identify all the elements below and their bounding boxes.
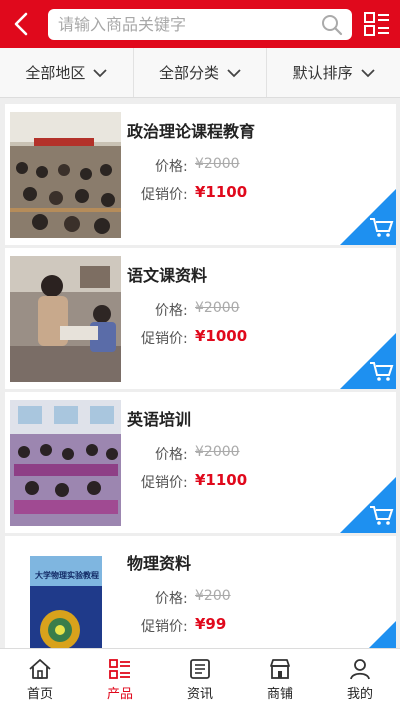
product-title[interactable]: 语文课资料 (127, 262, 207, 286)
price-label: 价格: (155, 591, 188, 607)
promo-price: ¥1100 (195, 471, 248, 489)
home-icon (29, 658, 51, 679)
nav-news[interactable]: 资讯 (160, 649, 240, 710)
chevron-down-icon (227, 68, 241, 77)
store-icon (270, 658, 290, 679)
book-cover-photo (10, 544, 121, 648)
search-box[interactable] (48, 9, 352, 40)
teacher-photo (10, 256, 121, 382)
product-card[interactable]: 语文课资料 价格: ¥2000 促销价: ¥1000 (5, 248, 396, 389)
add-to-cart-button[interactable] (340, 189, 396, 245)
product-list-icon (109, 658, 130, 679)
nav-home-label: 首页 (26, 686, 53, 702)
original-price: ¥200 (195, 588, 231, 604)
search-input[interactable] (58, 9, 308, 40)
filter-category[interactable]: 全部分类 (134, 48, 268, 97)
nav-products-label: 产品 (106, 686, 133, 702)
promo-label: 促销价: (141, 187, 188, 203)
add-to-cart-button[interactable] (340, 333, 396, 389)
add-to-cart-button[interactable] (340, 621, 396, 648)
nav-mine-label: 我的 (346, 686, 373, 702)
filter-bar: 全部地区 全部分类 默认排序 (0, 48, 400, 98)
product-title[interactable]: 物理资料 (127, 550, 191, 574)
nav-home[interactable]: 首页 (0, 649, 80, 710)
promo-price: ¥99 (195, 615, 227, 633)
product-thumbnail[interactable]: 大学物理实验教程 (10, 544, 121, 648)
original-price: ¥2000 (195, 444, 240, 460)
bottom-nav: 首页 产品 资讯 商铺 我的 (0, 648, 400, 710)
chevron-down-icon (93, 68, 107, 77)
product-card[interactable]: 政治理论课程教育 价格: ¥2000 促销价: ¥1100 (5, 104, 396, 245)
original-price: ¥2000 (195, 300, 240, 316)
product-title[interactable]: 政治理论课程教育 (127, 118, 255, 142)
promo-label: 促销价: (141, 331, 188, 347)
nav-products[interactable]: 产品 (80, 649, 160, 710)
menu-button[interactable] (362, 9, 392, 39)
product-thumbnail[interactable] (10, 400, 121, 526)
filter-sort[interactable]: 默认排序 (267, 48, 400, 97)
back-button[interactable] (6, 8, 38, 40)
filter-region-label: 全部地区 (25, 64, 86, 82)
product-thumbnail[interactable] (10, 112, 121, 238)
classroom-photo (10, 112, 121, 238)
nav-store-label: 商铺 (266, 686, 293, 702)
price-label: 价格: (155, 159, 188, 175)
promo-label: 促销价: (141, 619, 188, 635)
promo-label: 促销价: (141, 475, 188, 491)
search-icon[interactable] (320, 13, 344, 37)
product-card[interactable]: 大学物理实验教程 物理资料 价格: ¥200 促销价: ¥99 (5, 536, 396, 648)
promo-price: ¥1100 (195, 183, 248, 201)
news-icon (190, 658, 210, 679)
book-cover-title: 大学物理实验教程 (35, 571, 99, 580)
filter-sort-label: 默认排序 (292, 64, 353, 82)
product-card[interactable]: 英语培训 价格: ¥2000 促销价: ¥1100 (5, 392, 396, 533)
price-label: 价格: (155, 303, 188, 319)
product-list: 政治理论课程教育 价格: ¥2000 促销价: ¥1100 语文课资料 价格: … (0, 98, 400, 648)
add-to-cart-button[interactable] (340, 477, 396, 533)
chevron-left-icon (14, 12, 28, 36)
nav-news-label: 资讯 (186, 686, 213, 702)
user-icon (350, 658, 370, 679)
nav-mine[interactable]: 我的 (320, 649, 400, 710)
original-price: ¥2000 (195, 156, 240, 172)
lecture-hall-photo (10, 400, 121, 526)
product-title[interactable]: 英语培训 (127, 406, 191, 430)
list-menu-icon (364, 12, 389, 36)
nav-store[interactable]: 商铺 (240, 649, 320, 710)
filter-region[interactable]: 全部地区 (0, 48, 134, 97)
filter-category-label: 全部分类 (159, 64, 220, 82)
chevron-down-icon (361, 68, 375, 77)
product-thumbnail[interactable] (10, 256, 121, 382)
top-header (0, 0, 400, 48)
promo-price: ¥1000 (195, 327, 248, 345)
price-label: 价格: (155, 447, 188, 463)
